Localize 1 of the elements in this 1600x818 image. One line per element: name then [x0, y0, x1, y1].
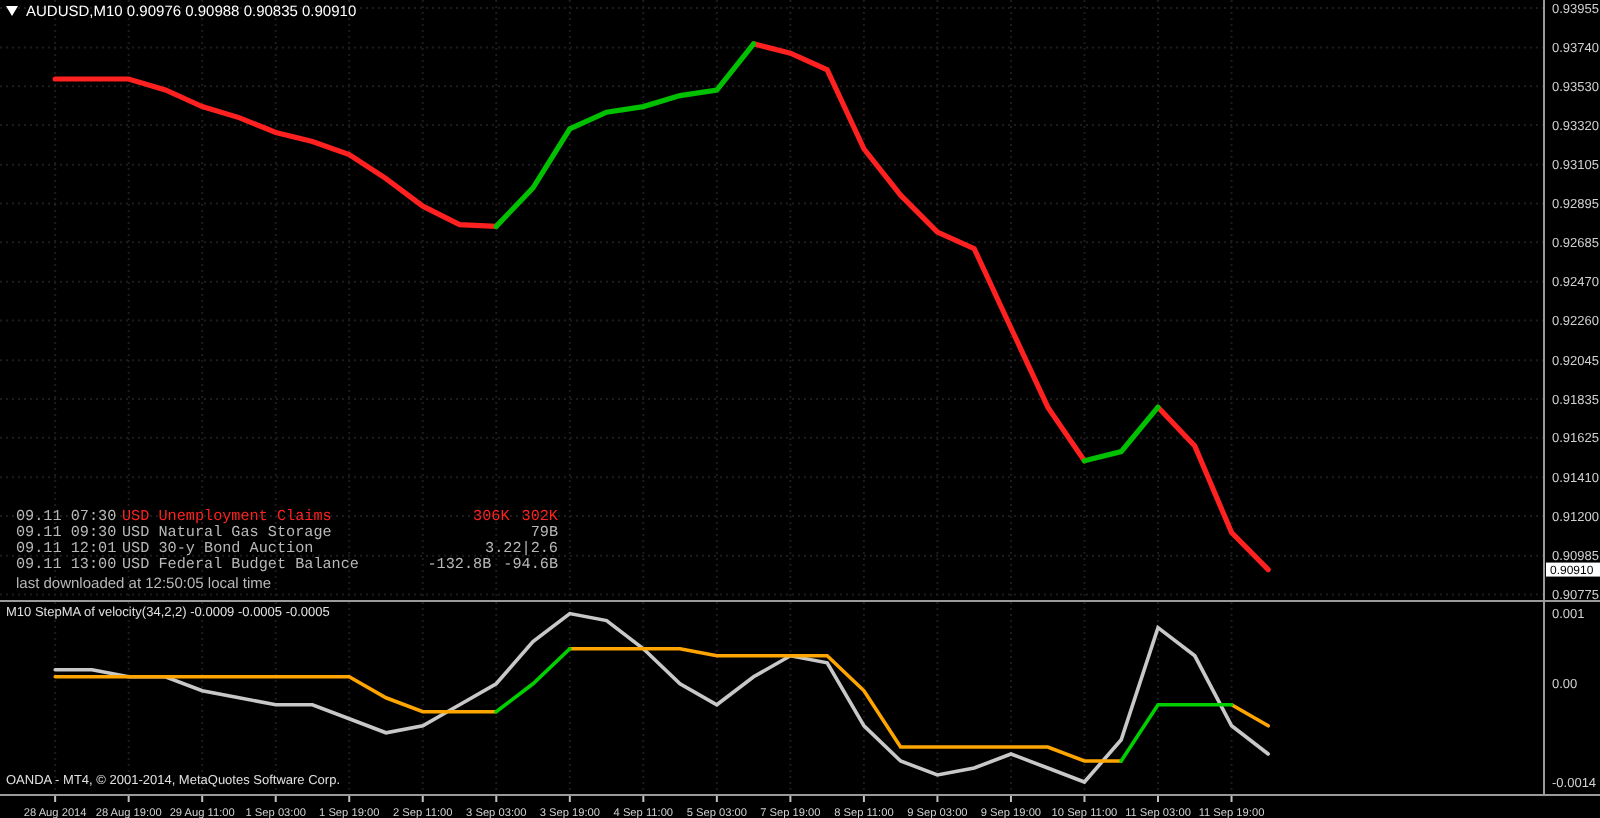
triangle-icon[interactable] — [6, 6, 18, 16]
